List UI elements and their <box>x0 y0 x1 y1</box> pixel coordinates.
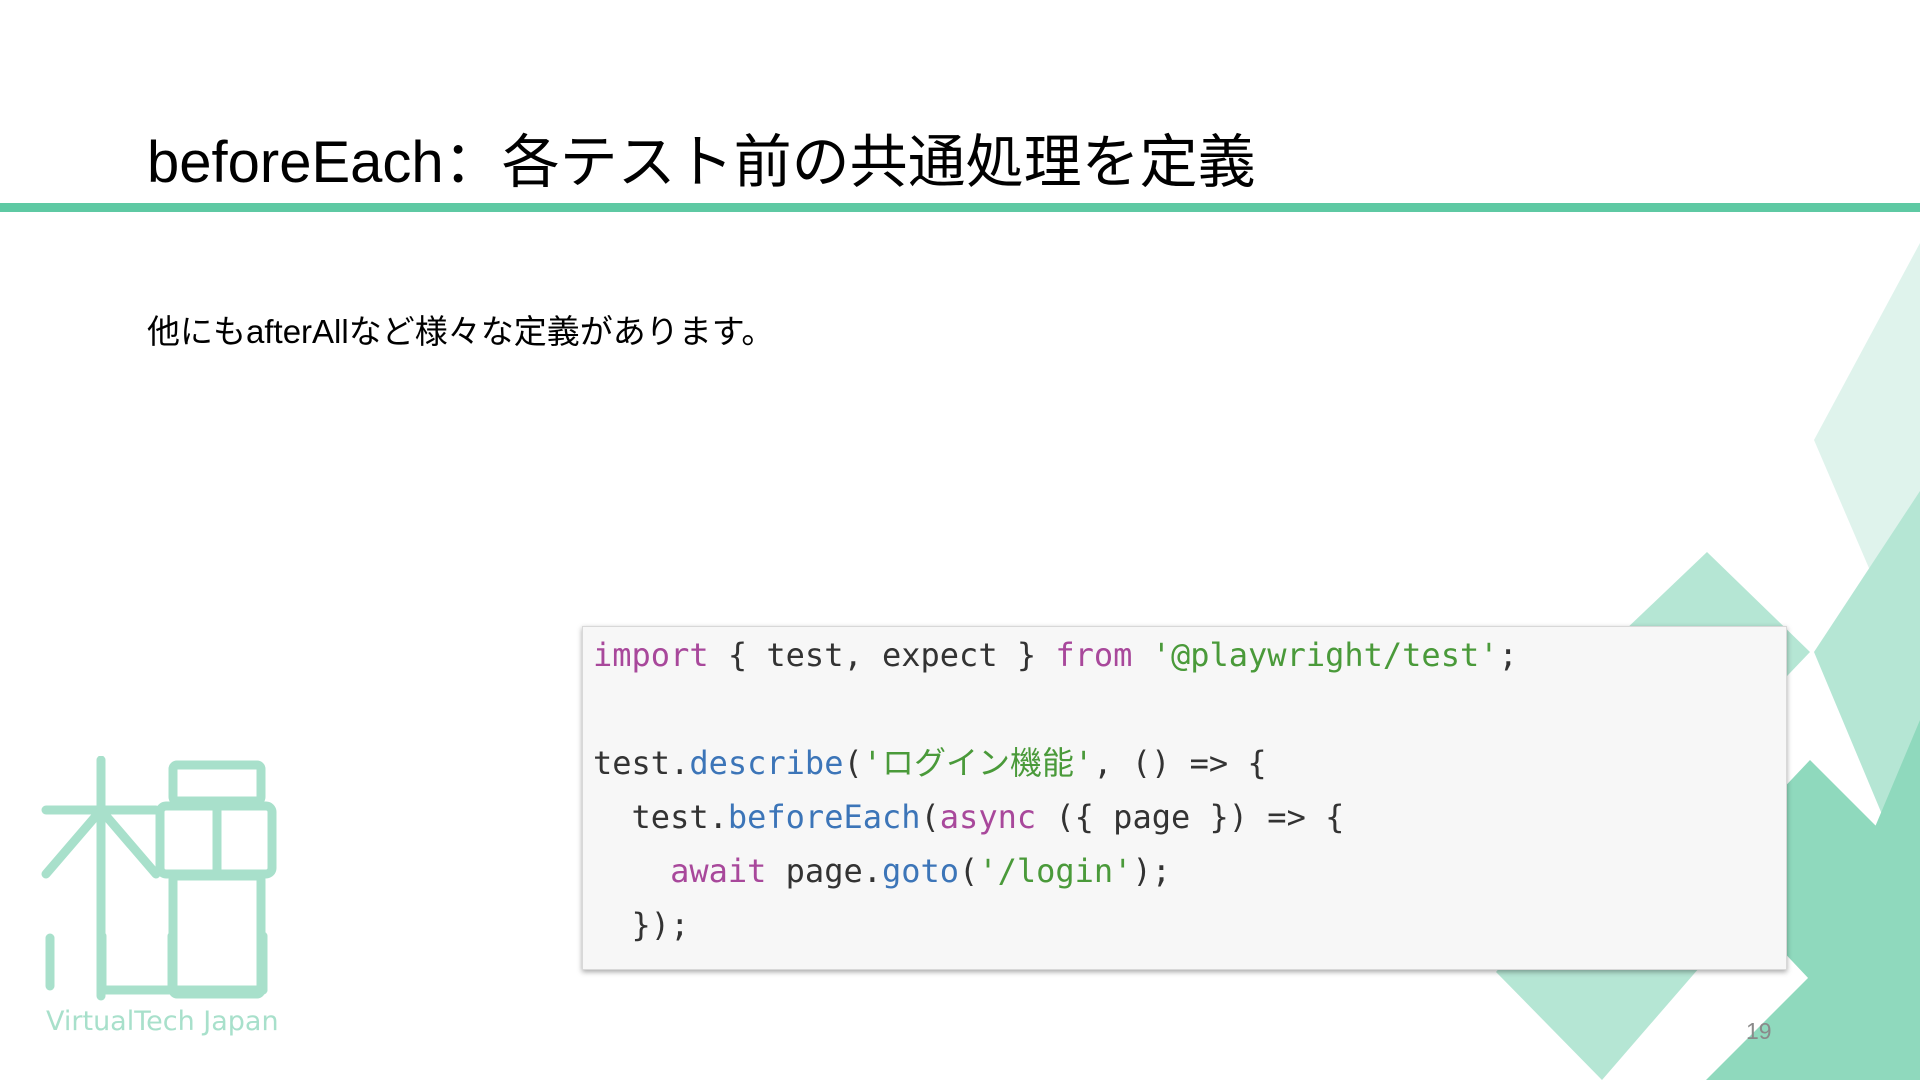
code-token: ( <box>920 798 940 836</box>
slide-title: beforeEach：各テスト前の共通処理を定義 <box>147 130 1256 195</box>
code-token: }); <box>593 906 690 944</box>
code-token: ( <box>843 744 863 782</box>
code-token: await <box>670 852 767 890</box>
slide-subtitle: 他にもafterAllなど様々な定義があります。 <box>147 313 775 350</box>
code-token: ( <box>959 852 979 890</box>
code-token: import <box>593 636 709 674</box>
code-line: }); <box>593 905 690 945</box>
code-token: describe <box>689 744 844 782</box>
code-token: { test, expect } <box>708 636 1056 674</box>
code-token: '/login' <box>978 852 1133 890</box>
code-token: 'ログイン機能' <box>862 744 1094 782</box>
virtualtech-logo-icon <box>41 756 277 1001</box>
code-token: test. <box>593 744 690 782</box>
code-snippet: import { test, expect } from '@playwrigh… <box>582 626 1787 970</box>
code-line: test.describe('ログイン機能', () => { <box>593 743 1267 783</box>
page-number: 19 <box>1746 1018 1772 1044</box>
code-token: ({ page }) => { <box>1036 798 1345 836</box>
code-token: ); <box>1132 852 1171 890</box>
code-token: goto <box>881 852 960 890</box>
code-token: beforeEach <box>727 798 921 836</box>
code-line: import { test, expect } from '@playwrigh… <box>593 635 1518 675</box>
code-line: test.beforeEach(async ({ page }) => { <box>593 797 1345 837</box>
code-token: test. <box>593 798 728 836</box>
code-token: '@playwright/test' <box>1151 636 1499 674</box>
code-token: from <box>1055 636 1133 674</box>
code-token: page. <box>766 852 882 890</box>
slide: beforeEach：各テスト前の共通処理を定義 他にもafterAllなど様々… <box>0 0 1920 1080</box>
code-token: ; <box>1498 636 1518 674</box>
title-underline <box>0 203 1920 212</box>
code-line: await page.goto('/login'); <box>593 851 1171 891</box>
logo-wordmark: VirtualTech Japan <box>46 1006 279 1037</box>
code-token: async <box>939 798 1037 836</box>
code-token: , () => { <box>1093 744 1267 782</box>
